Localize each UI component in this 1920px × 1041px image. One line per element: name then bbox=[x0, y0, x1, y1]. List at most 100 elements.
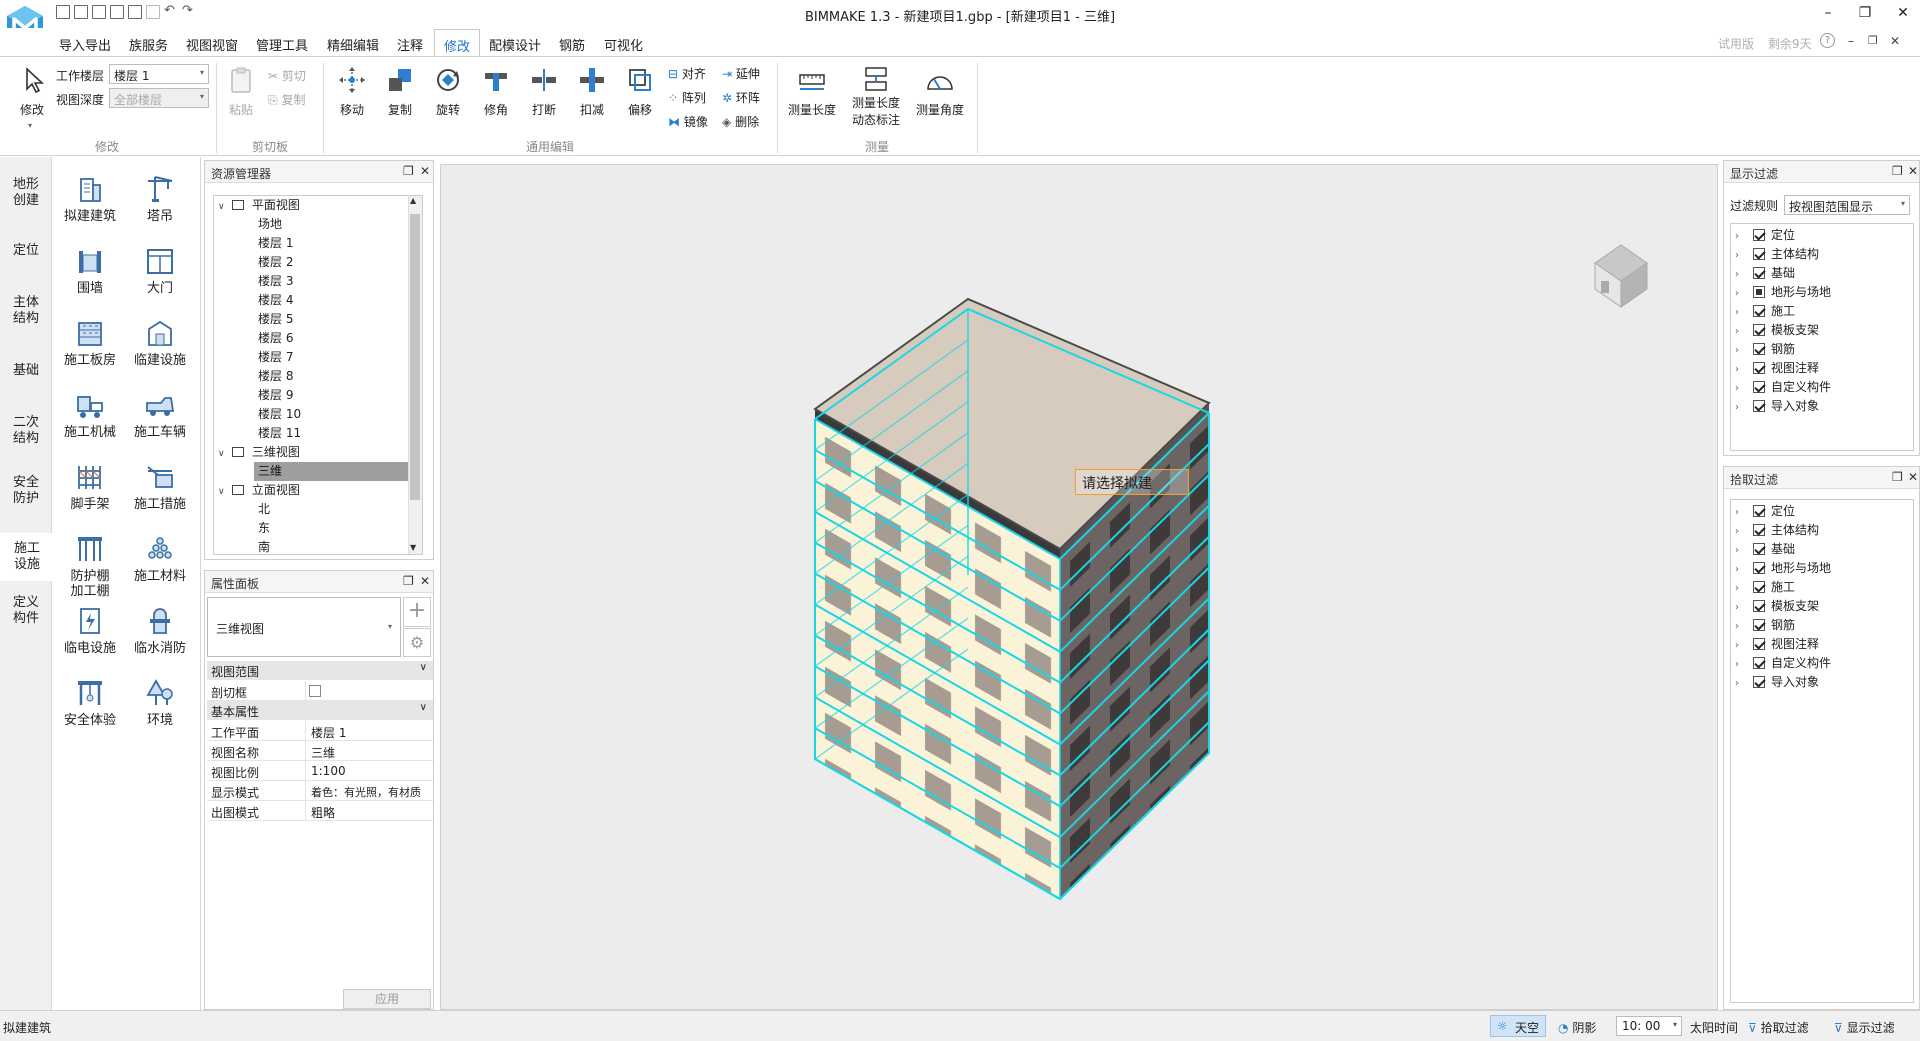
pick-filter-item[interactable]: › 定位 bbox=[1735, 502, 1795, 520]
panel-close-icon[interactable]: ✕ bbox=[1908, 164, 1918, 178]
checkbox[interactable] bbox=[1753, 600, 1765, 612]
pick-filter-item[interactable]: › 主体结构 bbox=[1735, 521, 1819, 539]
view-depth-select[interactable]: 全部楼层 ▾ bbox=[109, 88, 209, 108]
tool-site-office[interactable]: 施工板房 bbox=[55, 317, 125, 368]
panel-close-icon[interactable]: ✕ bbox=[1908, 470, 1918, 484]
ribbon-minimize-icon[interactable]: – bbox=[1848, 34, 1854, 48]
restore-icon[interactable]: ❐ bbox=[1848, 2, 1882, 24]
checkbox[interactable] bbox=[1753, 343, 1765, 355]
checkbox[interactable] bbox=[1753, 286, 1765, 298]
checkbox[interactable] bbox=[1753, 581, 1765, 593]
display-filter-item[interactable]: › 导入对象 bbox=[1735, 397, 1819, 415]
deduct-button[interactable]: 扣减 bbox=[574, 65, 610, 118]
time-select[interactable]: 10: 00 ▾ bbox=[1616, 1016, 1682, 1036]
tool-protective-shed[interactable]: 防护棚 加工棚 bbox=[55, 533, 125, 599]
extend-button[interactable]: ⇥ 延伸 bbox=[722, 65, 760, 82]
menu-view-window[interactable]: 视图视窗 bbox=[186, 35, 238, 54]
category-construction-facilities[interactable]: 施工 设施 bbox=[0, 533, 52, 581]
tree-node-floor-5[interactable]: 楼层 5 bbox=[258, 310, 293, 329]
tree-node-south[interactable]: 南 bbox=[258, 538, 270, 554]
menu-rebar[interactable]: 钢筋 bbox=[559, 35, 585, 54]
paste-button[interactable]: 粘贴 bbox=[224, 65, 258, 118]
category-main-structure[interactable]: 主体 结构 bbox=[0, 295, 52, 327]
panel-pin-icon[interactable]: ❐ bbox=[403, 164, 414, 178]
prop-row[interactable]: 视图比例 1:100 bbox=[207, 761, 433, 781]
view-cube-home-icon[interactable] bbox=[1585, 237, 1661, 313]
ring-array-button[interactable]: ✲ 环阵 bbox=[722, 89, 760, 106]
checkbox[interactable] bbox=[1753, 229, 1765, 241]
tree-node-floor-1[interactable]: 楼层 1 bbox=[258, 234, 293, 253]
pick-filter-item[interactable]: › 施工 bbox=[1735, 578, 1795, 596]
display-filter-item[interactable]: › 模板支架 bbox=[1735, 321, 1819, 339]
tree-scrollbar[interactable]: ▲ ▼ bbox=[408, 196, 422, 554]
prop-row[interactable]: 出图模式 粗略 bbox=[207, 801, 433, 821]
work-floor-select[interactable]: 楼层 1 ▾ bbox=[109, 64, 209, 84]
tree-node-floor-9[interactable]: 楼层 9 bbox=[258, 386, 293, 405]
pick-filter-item[interactable]: › 自定义构件 bbox=[1735, 654, 1831, 672]
panel-close-icon[interactable]: ✕ bbox=[420, 164, 430, 178]
checkbox[interactable] bbox=[1753, 505, 1765, 517]
category-secondary-structure[interactable]: 二次 结构 bbox=[0, 415, 52, 447]
menu-family-service[interactable]: 族服务 bbox=[129, 35, 168, 54]
rotate-button[interactable]: 旋转 bbox=[430, 65, 466, 118]
delete-button[interactable]: ◈ 删除 bbox=[722, 113, 759, 130]
panel-pin-icon[interactable]: ❐ bbox=[1892, 470, 1903, 484]
display-filter-item[interactable]: › 地形与场地 bbox=[1735, 283, 1831, 301]
menu-fine-edit[interactable]: 精细编辑 bbox=[327, 35, 379, 54]
checkbox[interactable] bbox=[1753, 248, 1765, 260]
move-button[interactable]: 移动 bbox=[334, 65, 370, 118]
checkbox[interactable] bbox=[1753, 676, 1765, 688]
tool-fence[interactable]: 围墙 bbox=[55, 245, 125, 296]
menu-import-export[interactable]: 导入导出 bbox=[59, 35, 111, 54]
checkbox[interactable] bbox=[1753, 400, 1765, 412]
tree-node-elevation-views[interactable]: ∨ 立面视图 bbox=[218, 481, 300, 500]
scroll-thumb[interactable] bbox=[410, 214, 420, 500]
tree-node-3d-selected[interactable]: 三维 bbox=[254, 462, 408, 481]
tool-fire-hydrant[interactable]: 临水消防 bbox=[125, 605, 195, 656]
tree-node-floor-2[interactable]: 楼层 2 bbox=[258, 253, 293, 272]
measure-length-button[interactable]: 测量长度 bbox=[786, 65, 838, 118]
menu-management-tools[interactable]: 管理工具 bbox=[256, 35, 308, 54]
tool-construction-material[interactable]: 施工材料 bbox=[125, 533, 195, 584]
checkbox[interactable] bbox=[1753, 638, 1765, 650]
checkbox[interactable] bbox=[1753, 619, 1765, 631]
minimize-icon[interactable]: – bbox=[1811, 2, 1845, 24]
category-custom-component[interactable]: 定义 构件 bbox=[0, 595, 52, 627]
checkbox[interactable] bbox=[1753, 524, 1765, 536]
tool-safety-experience[interactable]: 安全体验 bbox=[55, 677, 125, 728]
pick-filter-toggle[interactable]: ⊽ 拾取过滤 bbox=[1748, 1019, 1809, 1036]
trim-corner-button[interactable]: 修角 bbox=[478, 65, 514, 118]
pick-filter-item[interactable]: › 钢筋 bbox=[1735, 616, 1795, 634]
tool-construction-measure[interactable]: 施工措施 bbox=[125, 461, 195, 512]
building-model[interactable] bbox=[441, 165, 1719, 1011]
tool-construction-vehicle[interactable]: 施工车辆 bbox=[125, 389, 195, 440]
display-filter-toggle[interactable]: ⊽ 显示过滤 bbox=[1834, 1019, 1895, 1036]
checkbox[interactable] bbox=[1753, 305, 1765, 317]
3d-viewport[interactable]: 请选择拟建 bbox=[440, 164, 1718, 1010]
checkbox[interactable] bbox=[1753, 362, 1765, 374]
menu-modify[interactable]: 修改 bbox=[434, 29, 481, 56]
tool-scaffold[interactable]: 脚手架 bbox=[55, 461, 125, 512]
tree-node-floor-4[interactable]: 楼层 4 bbox=[258, 291, 293, 310]
cut-button[interactable]: ✂ 剪切 bbox=[268, 67, 306, 84]
copy-clip-button[interactable]: ⎘ 复制 bbox=[268, 91, 305, 108]
tree-node-site[interactable]: 场地 bbox=[258, 215, 282, 234]
pick-filter-item[interactable]: › 导入对象 bbox=[1735, 673, 1819, 691]
tool-proposed-building[interactable]: 拟建建筑 bbox=[55, 173, 125, 224]
add-icon[interactable]: + bbox=[403, 597, 431, 627]
type-selector[interactable]: 三维视图 ▾ bbox=[207, 597, 401, 657]
pick-filter-item[interactable]: › 基础 bbox=[1735, 540, 1795, 558]
measure-dynamic-button[interactable]: 测量长度 动态标注 bbox=[848, 65, 904, 129]
prop-row[interactable]: 视图名称 三维 bbox=[207, 741, 433, 761]
section-view-range[interactable]: 视图范围 ∨ bbox=[207, 661, 433, 680]
tool-temporary-power[interactable]: 临电设施 bbox=[55, 605, 125, 656]
checkbox[interactable] bbox=[1753, 267, 1765, 279]
ribbon-restore-icon[interactable]: ❐ bbox=[1868, 34, 1878, 47]
measure-angle-button[interactable]: 测量角度 bbox=[914, 65, 966, 118]
checkbox[interactable] bbox=[1753, 324, 1765, 336]
display-filter-item[interactable]: › 视图注释 bbox=[1735, 359, 1819, 377]
tree-node-north[interactable]: 北 bbox=[258, 500, 270, 519]
panel-close-icon[interactable]: ✕ bbox=[420, 574, 430, 588]
display-filter-item[interactable]: › 基础 bbox=[1735, 264, 1795, 282]
section-basic-properties[interactable]: 基本属性 ∨ bbox=[207, 701, 433, 720]
